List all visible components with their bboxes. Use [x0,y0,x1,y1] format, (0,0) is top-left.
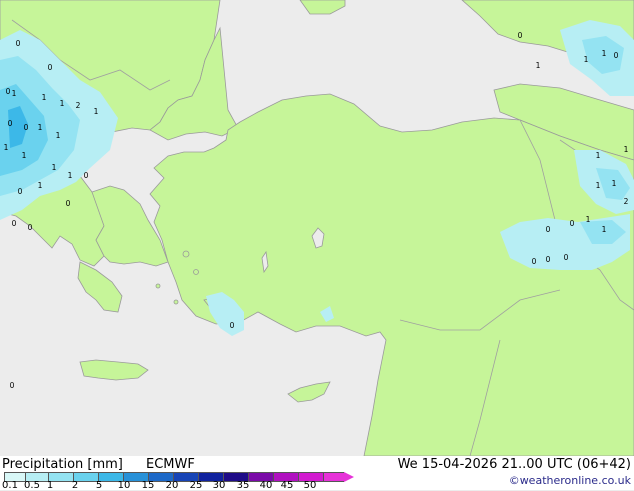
color-scale-arrow-icon [344,472,354,482]
point-value-label: 2 [76,101,81,110]
point-value-label: 0 [230,321,235,330]
point-value-label: 1 [624,145,629,154]
point-value-label: 0 [570,219,575,228]
point-value-label: 1 [602,49,607,58]
point-value-label: 0 [532,257,537,266]
point-value-label: 1 [42,93,47,102]
point-value-label: 1 [94,107,99,116]
map-title: Precipitation [mm] [2,457,123,472]
valid-datetime: We 15-04-2026 21..00 UTC (06+42) [397,457,631,472]
point-value-label: 1 [584,55,589,64]
point-value-label: 0 [6,87,11,96]
point-value-label: 1 [586,215,591,224]
point-value-label: 2 [624,197,629,206]
point-value-label: 0 [18,187,23,196]
point-value-label: 0 [518,31,523,40]
point-value-label: 0 [28,223,33,232]
point-value-label: 0 [546,255,551,264]
point-value-label: 1 [68,171,73,180]
point-value-label: 1 [536,61,541,70]
point-value-label: 0 [24,123,29,132]
point-value-label: 0 [66,199,71,208]
point-value-label: 1 [602,225,607,234]
point-value-label: 0 [10,381,15,390]
point-value-label: 0 [8,119,13,128]
point-value-label: 1 [612,179,617,188]
point-value-label: 0 [614,51,619,60]
point-value-label: 1 [596,181,601,190]
point-value-label: 0 [564,253,569,262]
credit-link[interactable]: ©weatheronline.co.uk [509,474,631,487]
point-value-label: 1 [12,89,17,98]
map-footer: Precipitation [mm] ECMWF We 15-04-2026 2… [0,456,634,491]
point-value-label: 1 [22,151,27,160]
point-value-label: 0 [16,39,21,48]
point-value-label: 1 [596,151,601,160]
point-value-label: 1 [38,123,43,132]
point-value-label: 0 [84,171,89,180]
weather-map-widget: 1112111011111001100111112110000000000000… [0,0,634,491]
point-value-label: 1 [38,181,43,190]
point-value-label: 0 [546,225,551,234]
point-value-label: 1 [56,131,61,140]
point-value-label: 1 [52,163,57,172]
point-value-label: 0 [12,219,17,228]
point-value-label: 1 [4,143,9,152]
model-name: ECMWF [146,457,195,472]
precipitation-map: 1 11 21110111110011 001111 12110000 000000 0 00… [0,0,634,456]
point-value-label: 1 [60,99,65,108]
point-value-label: 0 [48,63,53,72]
